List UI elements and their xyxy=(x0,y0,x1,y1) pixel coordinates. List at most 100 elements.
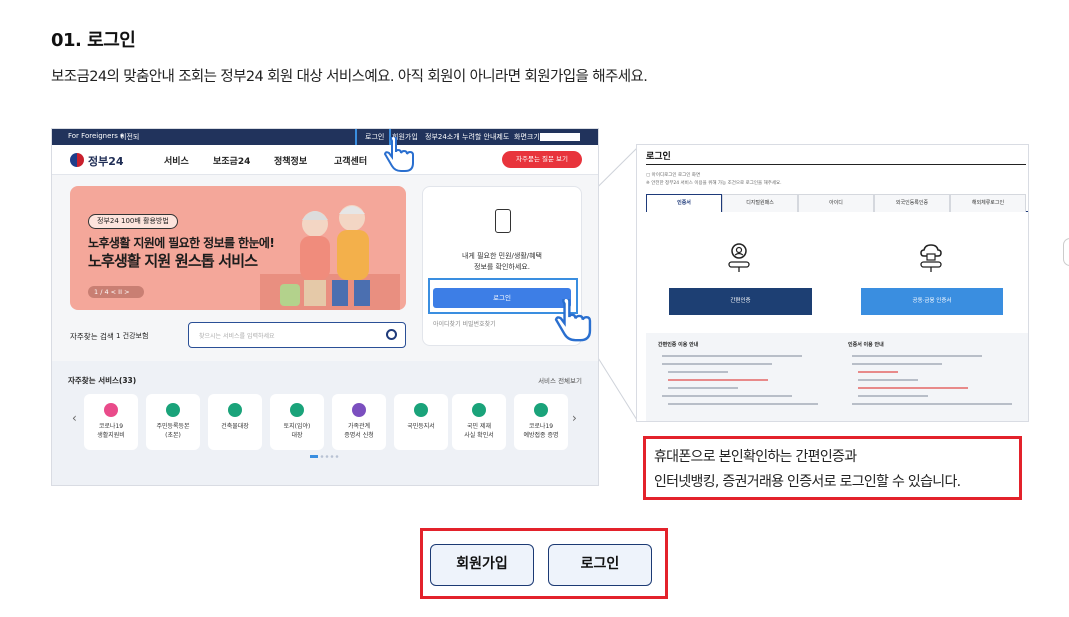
carousel-dots[interactable] xyxy=(310,455,340,459)
gov24-home-screenshot: For Foreigners ▾ 이전되 로그인 회원가입 정부24소개 누려할… xyxy=(51,128,599,486)
tab-certificate[interactable]: 인증서 xyxy=(646,194,722,212)
promo-banner[interactable]: 정부24 100배 활용방법 노후생활 지원에 필요한 정보를 한눈에! 노후생… xyxy=(70,186,406,310)
main-nav: 정부24 서비스 보조금24 정책정보 고객센터 자주묻는 질문 보기 xyxy=(52,145,598,175)
favorite-card[interactable]: 국민 제재 사실 확인서 xyxy=(452,394,506,450)
faq-cta-button[interactable]: 자주묻는 질문 보기 xyxy=(502,151,582,168)
favorite-card-label: 토지(임야) 대장 xyxy=(283,423,311,439)
service-badge-icon xyxy=(534,403,548,417)
foreigners-link[interactable]: For Foreigners ▾ xyxy=(68,132,124,140)
favorite-card[interactable]: 건축물대장 xyxy=(208,394,262,450)
favorite-card[interactable]: 주민등록등본 (초본) xyxy=(146,394,200,450)
login-caption: 휴대폰으로 본인확인하는 간편인증과 인터넷뱅킹, 증권거래용 인증서로 로그인… xyxy=(643,436,1022,500)
service-badge-icon xyxy=(166,403,180,417)
action-buttons-highlight: 회원가입 로그인 xyxy=(420,528,668,599)
info-text-line xyxy=(668,387,738,389)
favorite-card-label: 국민등지서 xyxy=(407,423,435,430)
search-input[interactable]: 찾으시는 서비스를 입력하세요 xyxy=(188,322,406,348)
service-badge-icon xyxy=(414,403,428,417)
tab-id[interactable]: 아이디 xyxy=(798,194,874,212)
info-text-line xyxy=(852,363,942,365)
favorite-card-label: 가족관계 증명서 신청 xyxy=(344,423,374,439)
next-slide-handle[interactable] xyxy=(1063,238,1069,266)
search-icon[interactable] xyxy=(386,329,397,340)
nav-item-services[interactable]: 서비스 xyxy=(164,154,189,167)
service-badge-icon xyxy=(472,403,486,417)
login-page-title: 로그인 xyxy=(646,152,671,162)
title-divider xyxy=(646,164,1026,165)
favorite-services: 자주찾는 서비스(33) 서비스 전체보기 ‹ › 코로나19 생활지원비 주민… xyxy=(52,361,598,485)
search-placeholder: 찾으시는 서비스를 입력하세요 xyxy=(199,333,275,340)
favorite-card-label: 코로나19 생활지원비 xyxy=(97,423,125,439)
caption-line-2: 인터넷뱅킹, 증권거래용 인증서로 로그인할 수 있습니다. xyxy=(654,474,961,490)
info-text-line xyxy=(858,371,898,373)
simple-auth-button[interactable]: 간편인증 xyxy=(669,288,812,315)
login-note-1: ▢ 아이디로그인 로그인 화면 xyxy=(646,173,701,178)
login-info-panel: 간편인증 이용 안내 인증서 이용 안내 xyxy=(646,333,1028,421)
section-heading: 01. 로그인 xyxy=(51,30,136,51)
banner-headline-1: 노후생활 지원에 필요한 정보를 한눈에! xyxy=(88,236,275,250)
certificate-info-heading: 인증서 이용 안내 xyxy=(848,342,884,348)
signup-button[interactable]: 회원가입 xyxy=(430,544,534,586)
hand-pointer-icon xyxy=(383,137,414,172)
favorite-card-label: 주민등록등본 (초본) xyxy=(156,423,190,439)
nav-item-subsidy24[interactable]: 보조금24 xyxy=(213,154,250,167)
phone-icon xyxy=(495,209,511,233)
favorite-card[interactable]: 코로나19 생활지원비 xyxy=(84,394,138,450)
tab-overseas[interactable]: 해외체류로그인 xyxy=(950,194,1026,212)
chevron-left-icon[interactable]: ‹ xyxy=(72,411,77,425)
banner-pager[interactable]: 1 / 4 < II > xyxy=(88,286,144,298)
nav-item-policy[interactable]: 정책정보 xyxy=(274,154,307,167)
find-account-links[interactable]: 아이디찾기 비밀번호찾기 xyxy=(433,319,496,328)
zoom-label: 화면크기 xyxy=(514,133,540,141)
info-text-line xyxy=(662,395,792,397)
info-text-line xyxy=(662,355,802,357)
login-button[interactable]: 로그인 xyxy=(548,544,652,586)
favorite-card-label: 국민 제재 사실 확인서 xyxy=(464,423,494,439)
login-note-2: ※ 안전한 정부24 서비스 이용을 위해 가능 조건으로 로그인을 해주세요. xyxy=(646,181,782,186)
service-badge-icon xyxy=(290,403,304,417)
service-badge-icon xyxy=(352,403,366,417)
info-text-line xyxy=(858,387,968,389)
info-text-line xyxy=(858,395,928,397)
favorite-card-label: 건축물대장 xyxy=(221,423,249,430)
gov-emblem-icon xyxy=(70,153,84,167)
tab-digital-onepass[interactable]: 디지털원패스 xyxy=(722,194,798,212)
info-text-line xyxy=(858,379,918,381)
cloud-certificate-icon xyxy=(920,244,942,272)
favorite-card[interactable]: 국민등지서 xyxy=(394,394,448,450)
info-text-line xyxy=(852,403,1012,405)
topbar-access-link[interactable]: 누려할 안내제도 xyxy=(462,132,509,142)
favorite-card[interactable]: 가족관계 증명서 신청 xyxy=(332,394,386,450)
utility-bar: For Foreigners ▾ 이전되 로그인 회원가입 정부24소개 누려할… xyxy=(52,129,598,145)
banner-headline-2: 노후생활 지원 원스톱 서비스 xyxy=(88,252,258,270)
elderly-couple-illustration xyxy=(260,205,400,310)
favorite-card-label: 코로나19 예방접종 증명 xyxy=(523,423,559,439)
nav-item-support[interactable]: 고객센터 xyxy=(334,154,367,167)
certificate-login-button[interactable]: 공동·금융 인증서 xyxy=(861,288,1003,315)
login-card-line1: 내게 필요한 민원/생활/혜택 xyxy=(461,252,542,260)
search-label: 자주찾는 검색 xyxy=(70,332,114,341)
service-badge-icon xyxy=(104,403,118,417)
search-keyword-select[interactable]: 1 건강보험 xyxy=(116,331,148,341)
favorites-title: 자주찾는 서비스(33) xyxy=(68,376,137,385)
tab-foreigner[interactable]: 외국인등록인증 xyxy=(874,194,950,212)
hand-pointer-icon-2 xyxy=(554,299,592,342)
favorite-card[interactable]: 토지(임야) 대장 xyxy=(270,394,324,450)
site-logo[interactable]: 정부24 xyxy=(88,153,124,169)
favorites-view-all-link[interactable]: 서비스 전체보기 xyxy=(538,375,582,385)
info-text-line xyxy=(668,371,728,373)
simple-auth-info-heading: 간편인증 이용 안내 xyxy=(658,342,699,348)
section-description: 보조금24의 맞춤안내 조회는 정부24 회원 대상 서비스예요. 아직 회원이… xyxy=(51,69,648,85)
zoom-control[interactable] xyxy=(540,133,580,141)
info-text-line xyxy=(662,363,772,365)
banner-tag: 정부24 100배 활용방법 xyxy=(88,214,178,229)
info-text-line xyxy=(668,403,818,405)
caption-line-1: 휴대폰으로 본인확인하는 간편인증과 xyxy=(654,449,857,465)
previous-link[interactable]: 이전되 xyxy=(120,132,139,142)
favorite-card[interactable]: 코로나19 예방접종 증명 xyxy=(514,394,568,450)
person-auth-icon xyxy=(728,243,750,272)
chevron-right-icon[interactable]: › xyxy=(572,411,577,425)
topbar-intro-link[interactable]: 정부24소개 xyxy=(425,132,460,142)
info-text-line xyxy=(852,355,982,357)
login-card-line2: 정보를 확인하세요. xyxy=(474,263,530,271)
